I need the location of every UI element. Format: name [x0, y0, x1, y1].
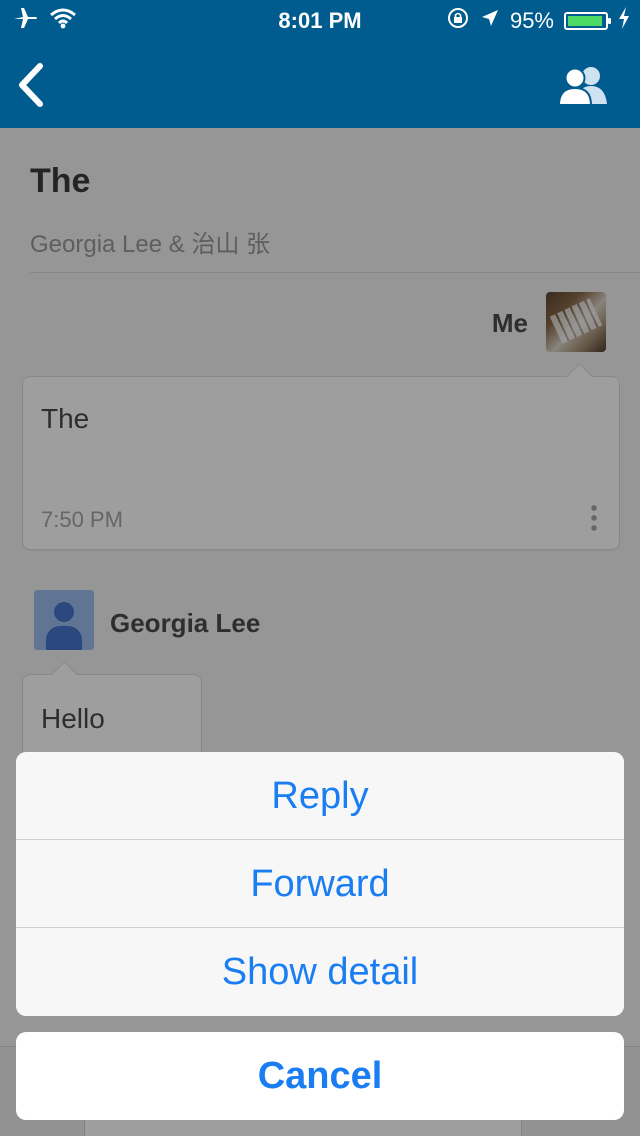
- cancel-button[interactable]: Cancel: [16, 1032, 624, 1120]
- participants-button[interactable]: [557, 64, 610, 106]
- battery-percent: 95%: [509, 8, 554, 33]
- back-button[interactable]: [14, 62, 46, 108]
- battery-icon: [564, 12, 611, 30]
- battery-level: [568, 16, 602, 26]
- location-icon: [480, 8, 500, 34]
- people-icon: [557, 67, 607, 106]
- charging-bolt-icon: [618, 7, 630, 35]
- header: 8:01 PM 95%: [0, 0, 640, 128]
- status-bar: 8:01 PM 95%: [0, 0, 640, 40]
- orientation-lock-icon: [446, 6, 470, 36]
- show-detail-button[interactable]: Show detail: [16, 928, 624, 1016]
- reply-button[interactable]: Reply: [16, 752, 624, 840]
- forward-button[interactable]: Forward: [16, 840, 624, 928]
- chevron-left-icon: [19, 63, 43, 107]
- action-sheet: Reply Forward Show detail: [16, 752, 624, 1016]
- screen: 8:01 PM 95% The Georgia Lee & 治山 张 Me Th…: [0, 0, 640, 1136]
- status-right: 95%: [446, 6, 630, 36]
